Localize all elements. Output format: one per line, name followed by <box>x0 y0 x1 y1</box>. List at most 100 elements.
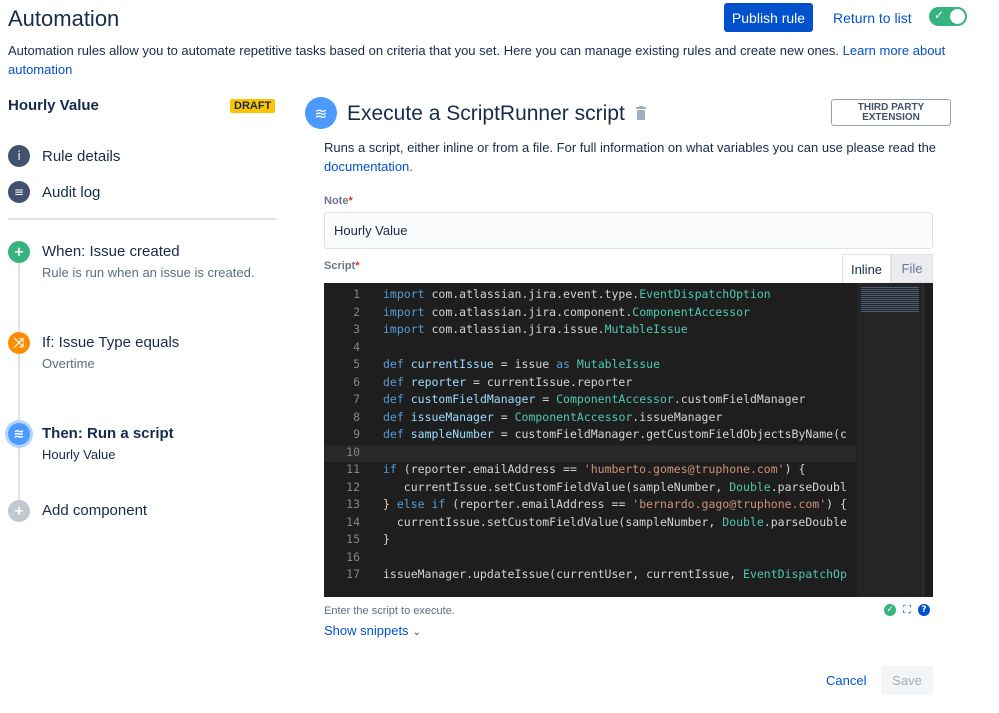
fullscreen-icon[interactable]: ⛶ <box>901 603 913 616</box>
code-line[interactable]: 11 if (reporter.emailAddress == 'humberto… <box>324 462 856 480</box>
publish-rule-button[interactable]: Publish rule <box>724 3 813 32</box>
minimap-content <box>861 287 919 313</box>
shuffle-icon: ⤨ <box>8 332 30 354</box>
step-title: Add component <box>42 502 148 519</box>
trash-icon[interactable] <box>635 106 647 120</box>
line-number: 3 <box>353 322 360 336</box>
valid-check-icon: ✓ <box>884 604 896 616</box>
script-label: Script* <box>324 260 360 272</box>
code-text: } else if (reporter.emailAddress == 'ber… <box>383 497 847 511</box>
step-action[interactable]: ≋ Then: Run a script Hourly Value <box>8 423 276 467</box>
line-number: 13 <box>346 497 360 511</box>
sidebar-item-audit-log[interactable]: ≡ Audit log <box>8 181 100 203</box>
code-line[interactable]: 17 issueManager.updateIssue(currentUser, … <box>324 567 856 585</box>
code-text: import com.atlassian.jira.component.Comp… <box>383 304 750 319</box>
line-number: 8 <box>353 409 360 424</box>
sidebar-item-label: Audit log <box>42 183 101 201</box>
timeline-connector <box>18 262 20 512</box>
scriptrunner-icon: ≋ <box>305 97 337 129</box>
status-badge: DRAFT <box>230 99 276 113</box>
line-number: 15 <box>346 532 360 546</box>
step-subtitle: Rule is run when an issue is created. <box>42 265 255 280</box>
step-title: Then: Run a script <box>42 425 174 442</box>
code-line[interactable]: 6 def reporter = currentIssue.reporter <box>324 375 856 393</box>
code-line[interactable]: 5 def currentIssue = issue as MutableIssu… <box>324 357 856 375</box>
show-snippets-link[interactable]: Show snippets ⌄ <box>324 623 421 638</box>
sidebar-item-label: Rule details <box>42 147 121 165</box>
step-title: If: Issue Type equals <box>42 334 180 351</box>
line-number: 10 <box>346 444 360 459</box>
code-line[interactable]: 10 <box>324 444 856 462</box>
code-line[interactable]: 9 def sampleNumber = customFieldManager.g… <box>324 427 856 445</box>
sidebar-divider <box>8 218 276 220</box>
chevron-down-icon: ⌄ <box>412 627 421 638</box>
note-label: Note* <box>324 195 353 207</box>
info-icon: i <box>8 145 30 167</box>
step-trigger[interactable]: + When: Issue created Rule is run when a… <box>8 241 276 285</box>
page-title: Automation <box>8 6 120 31</box>
code-line[interactable]: 3 import com.atlassian.jira.issue.Mutable… <box>324 322 856 340</box>
code-line[interactable]: 8 def issueManager = ComponentAccessor.is… <box>324 410 856 428</box>
note-input[interactable]: Hourly Value <box>324 212 933 249</box>
scriptrunner-icon: ≋ <box>8 423 30 445</box>
tab-inline[interactable]: Inline <box>842 254 891 283</box>
editor-status-icons: ✓ ⛶ ? <box>884 603 930 616</box>
line-number: 1 <box>353 287 360 301</box>
code-text: currentIssue.setCustomFieldValue(sampleN… <box>383 479 847 494</box>
step-subtitle: Overtime <box>42 356 95 371</box>
code-text: if (reporter.emailAddress == 'humberto.g… <box>383 462 806 476</box>
line-number: 12 <box>346 479 360 494</box>
list-icon: ≡ <box>8 181 30 203</box>
editor-minimap[interactable] <box>857 283 923 597</box>
code-text: def customFieldManager = ComponentAccess… <box>383 392 806 406</box>
editor-scrollbar[interactable] <box>923 283 933 597</box>
line-number: 4 <box>353 339 360 354</box>
toggle-knob <box>950 9 965 24</box>
code-line[interactable]: 1 import com.atlassian.jira.event.type.Ev… <box>324 287 856 305</box>
documentation-link[interactable]: documentation. <box>324 159 413 174</box>
script-helper-text: Enter the script to execute. <box>324 605 455 617</box>
code-line[interactable]: 14 currentIssue.setCustomFieldValue(samp… <box>324 515 856 533</box>
line-number: 17 <box>346 567 360 581</box>
code-line[interactable]: 7 def customFieldManager = ComponentAcces… <box>324 392 856 410</box>
line-number: 7 <box>353 392 360 406</box>
tab-file[interactable]: File <box>891 254 933 283</box>
step-subtitle: Hourly Value <box>42 447 116 462</box>
line-number: 14 <box>346 514 360 529</box>
code-text: import com.atlassian.jira.event.type.Eve… <box>383 287 771 301</box>
line-number: 16 <box>346 549 360 564</box>
sidebar-item-rule-details[interactable]: i Rule details <box>8 145 120 167</box>
cancel-button[interactable]: Cancel <box>826 673 866 688</box>
script-editor[interactable]: 1 import com.atlassian.jira.event.type.Ev… <box>324 283 933 597</box>
line-number: 6 <box>353 374 360 389</box>
code-line[interactable]: 15} <box>324 532 856 550</box>
rule-name: Hourly Value <box>8 97 99 114</box>
line-number: 11 <box>346 462 360 476</box>
code-text: def issueManager = ComponentAccessor.iss… <box>383 409 723 424</box>
check-icon: ✓ <box>934 8 945 22</box>
code-line[interactable]: 13 } else if (reporter.emailAddress == 'b… <box>324 497 856 515</box>
code-text: } <box>383 532 390 546</box>
code-text: import com.atlassian.jira.issue.MutableI… <box>383 322 688 336</box>
plus-icon: + <box>8 241 30 263</box>
code-line[interactable]: 4 <box>324 340 856 358</box>
save-button[interactable]: Save <box>881 666 933 695</box>
code-line[interactable]: 12 currentIssue.setCustomFieldValue(samp… <box>324 480 856 498</box>
code-text: currentIssue.setCustomFieldValue(sampleN… <box>383 514 847 529</box>
line-number: 2 <box>353 304 360 319</box>
code-text: issueManager.updateIssue(currentUser, cu… <box>383 567 847 581</box>
help-icon[interactable]: ? <box>918 604 930 616</box>
code-line[interactable]: 16 <box>324 550 856 568</box>
rule-enabled-toggle[interactable]: ✓ <box>929 7 967 26</box>
add-component-button[interactable]: + Add component <box>8 500 276 524</box>
page-description: Automation rules allow you to automate r… <box>8 43 946 77</box>
third-party-extension-badge: THIRD PARTY EXTENSION <box>831 99 951 126</box>
return-to-list-link[interactable]: Return to list <box>833 10 912 26</box>
action-description: Runs a script, either inline or from a f… <box>324 140 937 174</box>
code-text: def reporter = currentIssue.reporter <box>383 374 633 389</box>
line-number: 5 <box>353 357 360 371</box>
code-text: def sampleNumber = customFieldManager.ge… <box>383 427 847 441</box>
step-condition[interactable]: ⤨ If: Issue Type equals Overtime <box>8 332 276 376</box>
code-text: def currentIssue = issue as MutableIssue <box>383 357 661 371</box>
code-line[interactable]: 2 import com.atlassian.jira.component.Com… <box>324 305 856 323</box>
